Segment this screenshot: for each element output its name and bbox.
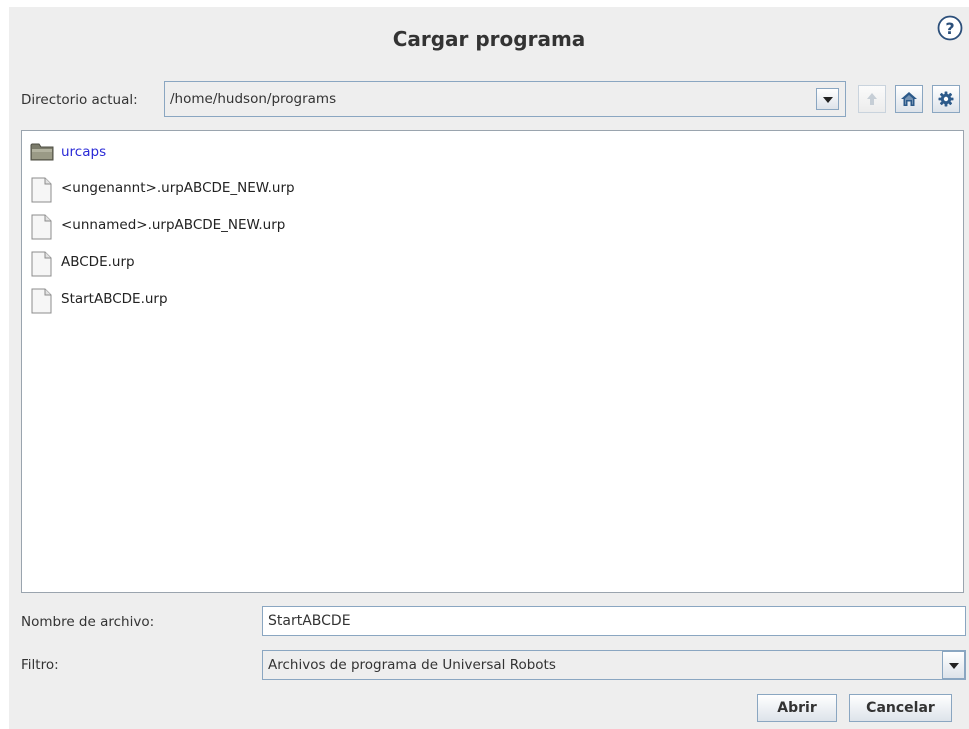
file-icon bbox=[31, 251, 52, 277]
question-circle-icon[interactable]: ? bbox=[937, 15, 963, 41]
file-list-item[interactable]: <ungenannt>.urpABCDE_NEW.urp bbox=[30, 175, 630, 203]
gear-icon bbox=[938, 91, 954, 107]
file-list-item[interactable]: <unnamed>.urpABCDE_NEW.urp bbox=[30, 212, 630, 240]
file-icon bbox=[31, 214, 52, 240]
home-icon bbox=[901, 92, 917, 106]
file-icon bbox=[31, 177, 52, 203]
filename-label: Nombre de archivo: bbox=[21, 614, 155, 630]
filter-combo[interactable]: Archivos de programa de Universal Robots bbox=[262, 650, 966, 680]
file-name: <ungenannt>.urpABCDE_NEW.urp bbox=[61, 180, 295, 196]
filename-field[interactable] bbox=[262, 606, 966, 636]
folder-icon bbox=[30, 143, 54, 161]
load-program-dialog: Cargar programa ? Directorio actual: /ho… bbox=[9, 7, 969, 729]
file-name: urcaps bbox=[61, 144, 107, 160]
file-name: ABCDE.urp bbox=[61, 254, 135, 270]
file-list-item[interactable]: ABCDE.urp bbox=[30, 249, 630, 277]
chevron-down-icon bbox=[948, 663, 959, 669]
settings-button[interactable] bbox=[932, 85, 960, 113]
directory-dropdown-button[interactable] bbox=[816, 88, 839, 110]
file-name: StartABCDE.urp bbox=[61, 291, 168, 307]
filter-value: Archivos de programa de Universal Robots bbox=[268, 657, 556, 673]
dialog-title: Cargar programa bbox=[392, 27, 586, 51]
current-directory-label: Directorio actual: bbox=[21, 92, 138, 108]
open-button[interactable]: Abrir bbox=[757, 694, 837, 722]
filter-label: Filtro: bbox=[21, 657, 59, 673]
filename-input[interactable] bbox=[263, 607, 965, 635]
file-list-item[interactable]: StartABCDE.urp bbox=[30, 286, 630, 314]
file-icon bbox=[31, 288, 52, 314]
file-name: <unnamed>.urpABCDE_NEW.urp bbox=[61, 217, 286, 233]
svg-text:?: ? bbox=[945, 19, 954, 38]
up-folder-button[interactable] bbox=[858, 85, 886, 113]
arrow-up-icon bbox=[867, 93, 877, 105]
cancel-button[interactable]: Cancelar bbox=[849, 694, 952, 722]
file-list[interactable]: urcaps <ungenannt>.urpABCDE_NEW.urp <unn… bbox=[21, 130, 964, 593]
chevron-down-icon bbox=[822, 97, 833, 103]
file-list-item-urcaps[interactable]: urcaps bbox=[30, 139, 630, 167]
home-button[interactable] bbox=[895, 85, 923, 113]
current-directory-combo[interactable]: /home/hudson/programs bbox=[164, 81, 846, 117]
filter-dropdown-button[interactable] bbox=[942, 651, 965, 679]
current-directory-value: /home/hudson/programs bbox=[170, 91, 337, 107]
